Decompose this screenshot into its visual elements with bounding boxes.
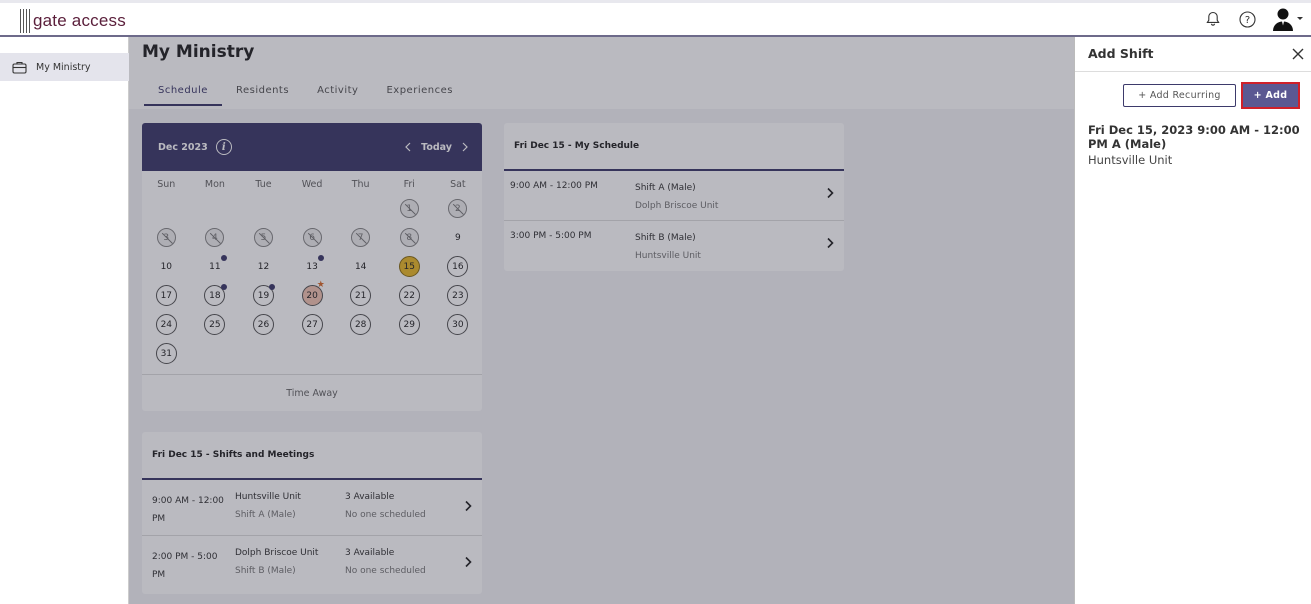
bell-icon[interactable] xyxy=(1203,9,1223,29)
shift-details: Fri Dec 15, 2023 9:00 AM - 12:00 PM A (M… xyxy=(1088,123,1306,167)
add-recurring-button[interactable]: + Add Recurring xyxy=(1123,84,1236,107)
caret-down-icon xyxy=(1297,17,1303,20)
shift-location: Huntsville Unit xyxy=(1088,153,1173,167)
user-avatar-icon[interactable] xyxy=(1271,8,1303,31)
modal-backdrop[interactable] xyxy=(129,37,1074,604)
add-shift-panel: Add Shift + Add Recurring + Add Fri Dec … xyxy=(1074,37,1311,604)
add-button[interactable]: + Add xyxy=(1241,82,1300,109)
sidebar-item-my-ministry[interactable]: My Ministry xyxy=(0,53,129,81)
help-icon[interactable]: ? xyxy=(1237,9,1257,29)
panel-title: Add Shift xyxy=(1088,46,1154,61)
briefcase-icon xyxy=(12,61,27,74)
logo-text: gate access xyxy=(33,11,126,30)
svg-text:?: ? xyxy=(1244,15,1249,26)
close-icon[interactable] xyxy=(1291,47,1305,61)
sidebar: My Ministry xyxy=(0,37,129,604)
sidebar-item-label: My Ministry xyxy=(36,61,91,73)
top-bar: gate access ? xyxy=(0,0,1311,37)
app-logo[interactable]: gate access xyxy=(20,8,126,34)
shift-heading: Fri Dec 15, 2023 9:00 AM - 12:00 PM A (M… xyxy=(1088,123,1300,151)
divider xyxy=(1075,71,1311,72)
logo-bars-icon xyxy=(20,9,30,33)
